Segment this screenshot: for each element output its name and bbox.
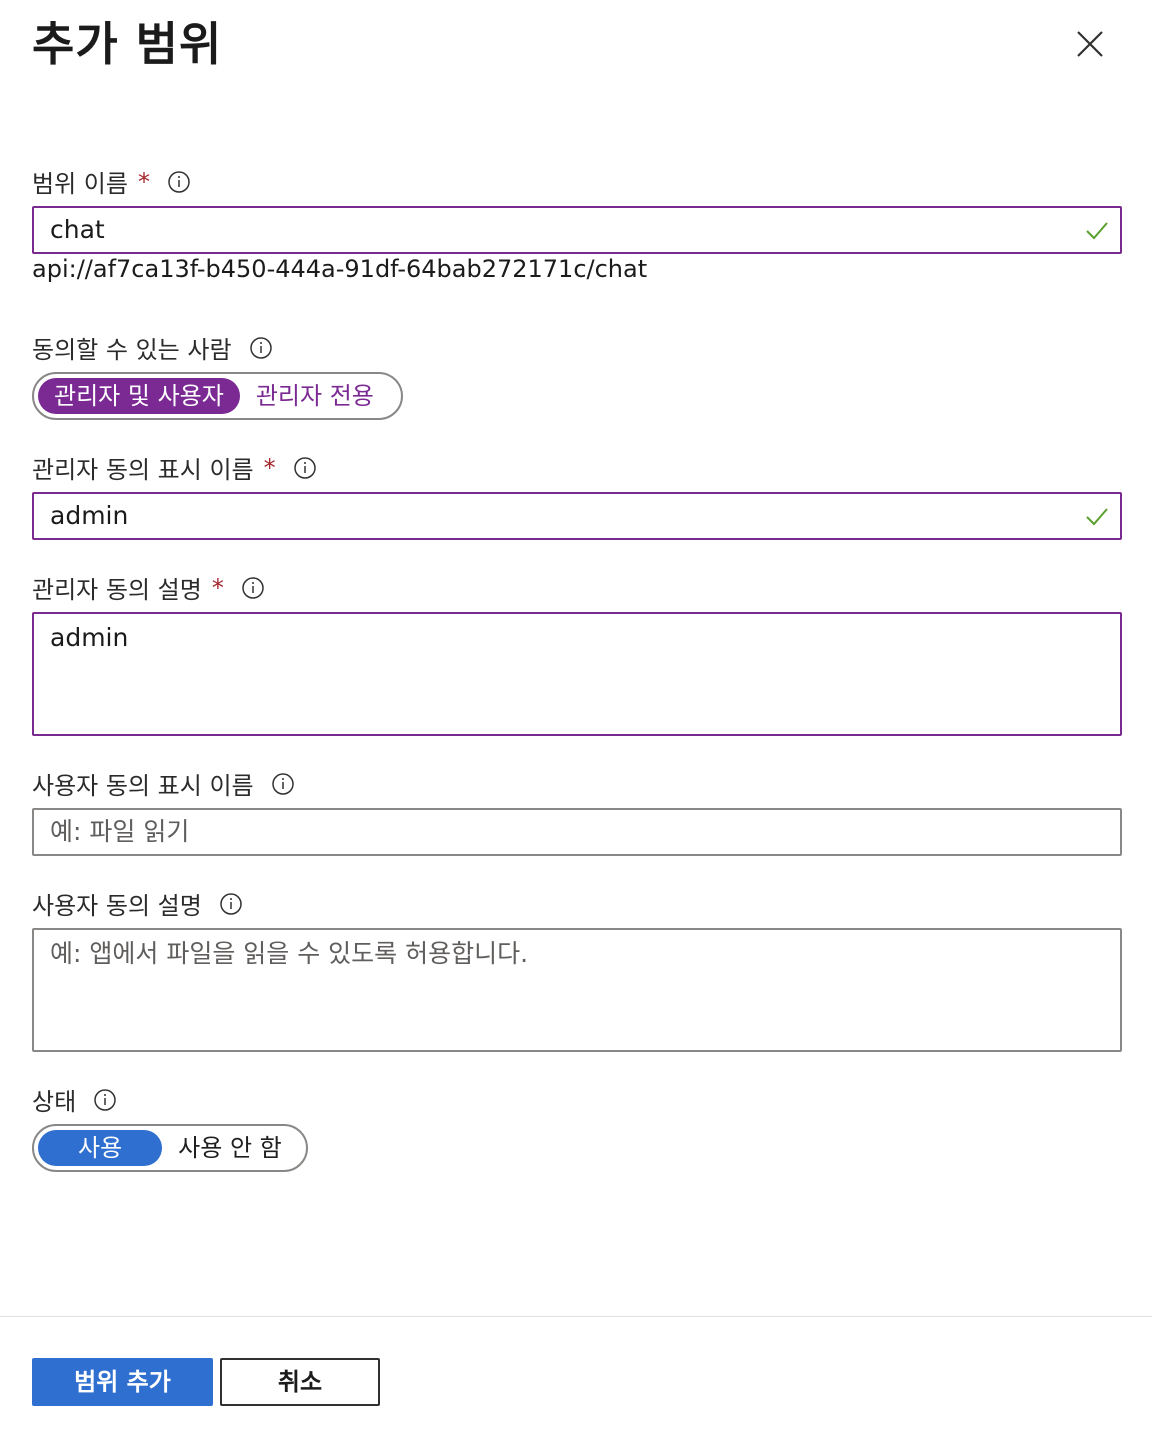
state-label-row: 상태: [32, 1082, 116, 1117]
scope-name-label: 범위 이름: [32, 170, 128, 198]
add-scope-button[interactable]: 범위 추가: [32, 1358, 213, 1406]
admin-display-label: 관리자 동의 표시 이름: [32, 456, 254, 484]
consent-option-admins-and-users[interactable]: 관리자 및 사용자: [38, 378, 240, 414]
info-icon[interactable]: [242, 576, 264, 599]
user-display-label-row: 사용자 동의 표시 이름: [32, 766, 294, 801]
admin-desc-label: 관리자 동의 설명: [32, 576, 202, 604]
state-toggle: 사용 사용 안 함: [32, 1124, 308, 1172]
admin-display-value: admin: [50, 501, 129, 530]
user-desc-placeholder: 예: 앱에서 파일을 읽을 수 있도록 허용합니다.: [50, 939, 529, 968]
scope-name-label-row: 범위 이름 *: [32, 164, 190, 199]
admin-desc-value: admin: [50, 623, 129, 652]
user-desc-label: 사용자 동의 설명: [32, 892, 202, 920]
user-display-input[interactable]: 예: 파일 읽기: [32, 808, 1122, 856]
consent-who-toggle: 관리자 및 사용자 관리자 전용: [32, 372, 403, 420]
user-display-placeholder: 예: 파일 읽기: [50, 817, 190, 846]
close-icon[interactable]: [1070, 24, 1110, 64]
info-icon[interactable]: [168, 170, 190, 193]
scope-name-input[interactable]: chat: [32, 206, 1122, 254]
admin-display-label-row: 관리자 동의 표시 이름 *: [32, 450, 316, 485]
info-icon[interactable]: [249, 336, 272, 359]
user-desc-label-row: 사용자 동의 설명: [32, 886, 242, 921]
required-marker: *: [137, 167, 150, 196]
required-marker: *: [211, 573, 224, 602]
consent-who-label-row: 동의할 수 있는 사람: [32, 330, 272, 365]
info-icon[interactable]: [271, 772, 294, 795]
admin-desc-textarea[interactable]: admin: [32, 612, 1122, 736]
state-option-enabled[interactable]: 사용: [38, 1130, 163, 1166]
panel-title: 추가 범위: [32, 17, 223, 71]
info-icon[interactable]: [293, 456, 316, 479]
state-label: 상태: [32, 1088, 77, 1116]
scope-name-value: chat: [50, 215, 105, 244]
info-icon[interactable]: [94, 1088, 116, 1111]
scope-uri: api://af7ca13f-b450-444a-91df-64bab27217…: [32, 255, 648, 283]
footer-divider: [0, 1316, 1152, 1317]
consent-option-admins-only[interactable]: 관리자 전용: [240, 378, 390, 414]
user-display-label: 사용자 동의 표시 이름: [32, 772, 254, 800]
cancel-button[interactable]: 취소: [220, 1358, 380, 1406]
admin-desc-label-row: 관리자 동의 설명 *: [32, 570, 264, 605]
user-desc-textarea[interactable]: 예: 앱에서 파일을 읽을 수 있도록 허용합니다.: [32, 928, 1122, 1052]
info-icon[interactable]: [220, 892, 242, 915]
checkmark-icon: [1086, 508, 1108, 526]
state-option-disabled[interactable]: 사용 안 함: [162, 1130, 298, 1166]
consent-who-label: 동의할 수 있는 사람: [32, 336, 232, 364]
checkmark-icon: [1086, 222, 1108, 240]
admin-display-input[interactable]: admin: [32, 492, 1122, 540]
required-marker: *: [263, 453, 276, 482]
